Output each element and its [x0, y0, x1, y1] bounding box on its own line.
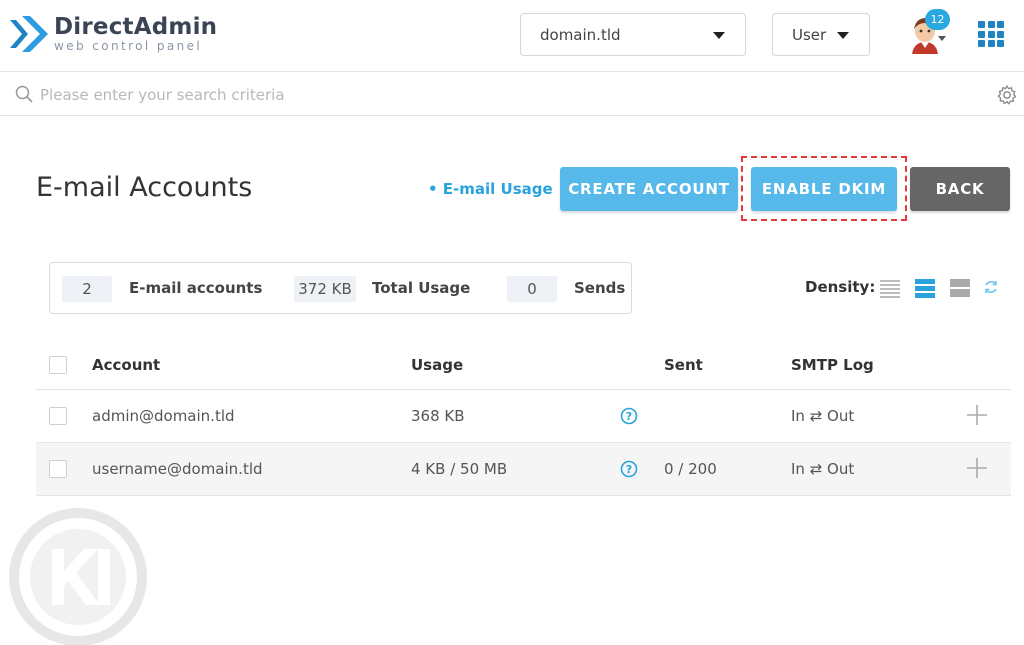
total-usage-value: 372 KB — [294, 276, 356, 302]
page-title: E-mail Accounts — [36, 172, 253, 203]
account-cell[interactable]: admin@domain.tld — [92, 407, 235, 425]
create-account-button[interactable]: CREATE ACCOUNT — [560, 167, 738, 211]
column-header-account[interactable]: Account — [92, 356, 160, 374]
search-bar — [0, 72, 1024, 116]
total-usage-label: Total Usage — [372, 279, 471, 297]
domain-select[interactable]: domain.tld — [520, 13, 746, 56]
density-medium-icon[interactable] — [915, 278, 935, 298]
email-accounts-table: Account Usage Sent SMTP Log admin@domain… — [36, 340, 1011, 496]
brand-title: DirectAdmin — [54, 14, 218, 40]
density-compact-icon[interactable] — [880, 278, 900, 298]
plus-icon[interactable] — [966, 457, 988, 479]
search-input[interactable] — [40, 82, 940, 108]
select-all-checkbox[interactable] — [49, 356, 67, 374]
watermark-logo — [9, 508, 147, 645]
usage-cell: 368 KB — [411, 407, 465, 425]
help-icon[interactable]: ? — [620, 460, 638, 478]
sends-label: Sends — [574, 279, 626, 297]
sends-value: 0 — [507, 276, 557, 302]
account-stats: 2 E-mail accounts 372 KB Total Usage 0 S… — [49, 262, 632, 314]
density-label: Density: — [805, 278, 876, 296]
plus-icon[interactable] — [966, 404, 988, 426]
directadmin-logo-icon — [10, 16, 48, 52]
column-header-smtp-log[interactable]: SMTP Log — [791, 356, 874, 374]
density-large-icon[interactable] — [950, 278, 970, 298]
search-icon — [15, 85, 33, 103]
smtp-log-cell[interactable]: In ⇄ Out — [791, 407, 854, 425]
chevron-down-icon — [713, 32, 725, 39]
row-checkbox[interactable] — [49, 460, 67, 478]
accounts-count: 2 — [62, 276, 112, 302]
svg-text:?: ? — [626, 410, 632, 423]
accounts-label: E-mail accounts — [129, 279, 263, 297]
user-level-select[interactable]: User — [772, 13, 870, 56]
refresh-icon[interactable] — [983, 279, 999, 295]
table-header: Account Usage Sent SMTP Log — [36, 340, 1011, 390]
svg-text:?: ? — [626, 463, 632, 476]
user-select-value: User — [792, 25, 827, 44]
account-cell[interactable]: username@domain.tld — [92, 460, 263, 478]
apps-grid-icon[interactable] — [978, 21, 1004, 47]
smtp-log-cell[interactable]: In ⇄ Out — [791, 460, 854, 478]
usage-cell: 4 KB / 50 MB — [411, 460, 508, 478]
chevron-down-icon — [837, 32, 849, 39]
top-header: DirectAdmin web control panel domain.tld… — [0, 0, 1024, 72]
column-header-sent[interactable]: Sent — [664, 356, 703, 374]
enable-dkim-button[interactable]: ENABLE DKIM — [751, 167, 897, 211]
sent-cell: 0 / 200 — [664, 460, 717, 478]
row-checkbox[interactable] — [49, 407, 67, 425]
table-row[interactable]: admin@domain.tld 368 KB ? In ⇄ Out — [36, 390, 1011, 443]
notification-badge[interactable]: 12 — [925, 9, 950, 30]
email-usage-link[interactable]: • E-mail Usage — [428, 180, 553, 198]
domain-select-value: domain.tld — [540, 25, 621, 44]
directadmin-logo[interactable]: DirectAdmin web control panel — [8, 12, 217, 56]
help-icon[interactable]: ? — [620, 407, 638, 425]
back-button[interactable]: BACK — [910, 167, 1010, 211]
table-row[interactable]: username@domain.tld 4 KB / 50 MB ? 0 / 2… — [36, 443, 1011, 496]
gear-icon[interactable] — [996, 84, 1018, 106]
brand-subtitle: web control panel — [54, 39, 203, 53]
column-header-usage[interactable]: Usage — [411, 356, 463, 374]
